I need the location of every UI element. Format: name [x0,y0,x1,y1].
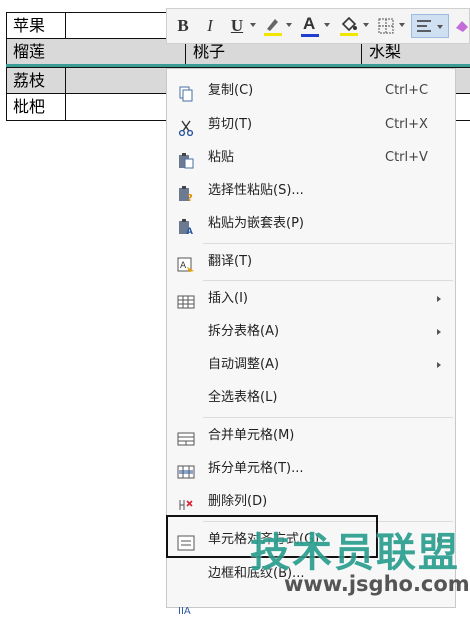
merge-cells-icon [177,428,195,446]
font-color-label: A [303,14,316,33]
split-cells-icon [177,461,195,479]
menu-item-delete-column[interactable]: 删除列(D) [167,486,455,518]
menu-item-split-cells[interactable]: 拆分单元格(T)... [167,453,455,485]
chevron-down-icon[interactable] [250,23,256,27]
copy-icon [177,83,195,102]
shortcut-label: Ctrl+V [385,150,428,165]
table-insert-icon [177,291,195,309]
eraser-icon[interactable] [453,15,469,37]
table-cell[interactable]: 荔枝 [7,68,45,94]
shortcut-label: Ctrl+X [385,117,428,132]
chevron-down-icon[interactable] [286,23,292,27]
highlight-icon[interactable] [263,15,283,37]
svg-text:A: A [180,261,187,271]
svg-text:IIA: IIA [178,606,191,617]
submenu-arrow-icon [437,296,441,302]
menu-item-paste-nested-table[interactable]: A 粘贴为嵌套表(P) [167,208,455,240]
menu-item-copy[interactable]: 复制(C) Ctrl+C [167,75,455,107]
menu-item-label: 插入(I) [208,291,248,306]
menu-item-label: 粘贴 [208,150,235,165]
border-icon[interactable] [377,15,395,37]
submenu-arrow-icon [437,362,441,368]
bold-button[interactable]: B [175,15,191,37]
menu-item-translate[interactable]: A 翻译(T) [167,246,455,278]
delete-column-icon [177,494,195,510]
menu-separator [203,280,453,281]
shortcut-label: Ctrl+C [385,83,429,98]
menu-item-paste-special[interactable]: ? 选择性粘贴(S)... [167,175,455,207]
paste-special-icon: ? [177,183,195,204]
menu-item-label: 粘贴为嵌套表(P) [208,216,304,231]
watermark-title: 技术员联盟 [250,530,460,576]
font-color-button[interactable]: A [301,14,319,37]
submenu-arrow-icon [437,329,441,335]
cell-border [65,68,66,94]
italic-button[interactable]: I [203,15,217,37]
menu-item-label: 拆分单元格(T)... [208,461,304,476]
menu-item-label: 全选表格(L) [208,390,278,405]
menu-item-label: 自动调整(A) [208,357,280,372]
watermark: 技术员联盟 www.jsgho.com [250,520,470,600]
menu-item-insert[interactable]: 插入(I) [167,283,455,315]
chevron-down-icon[interactable] [324,23,330,27]
chevron-down-icon[interactable] [399,23,405,27]
underline-button[interactable]: U [229,15,245,37]
menu-item-autofit[interactable]: 自动调整(A) [167,349,455,381]
cell-border [65,94,66,120]
menu-item-paste[interactable]: 粘贴 Ctrl+V [167,142,455,174]
table-cell[interactable]: 枇杷 [7,94,45,120]
menu-item-label: 翻译(T) [208,254,253,269]
table-cell[interactable]: 榴莲 [7,39,45,65]
menu-item-split-table[interactable]: 拆分表格(A) [167,316,455,348]
menu-item-label: 合并单元格(M) [208,428,295,443]
menu-item-merge-cells[interactable]: 合并单元格(M) [167,420,455,452]
mini-toolbar: B I U A [166,8,470,44]
scissors-icon [177,117,195,137]
fill-color-icon[interactable] [339,15,359,37]
text-direction-icon: IIA [177,599,195,617]
paste-nested-table-icon: A [177,216,195,237]
menu-item-label: 选择性粘贴(S)... [208,183,304,198]
menu-item-cut[interactable]: 剪切(T) Ctrl+X [167,109,455,141]
menu-separator [203,417,453,418]
watermark-url: www.jsgho.com [284,572,470,596]
font-color-swatch [301,34,319,37]
svg-text:?: ? [187,193,193,202]
translate-icon: A [177,254,195,272]
menu-item-label: 复制(C) [208,83,254,98]
chevron-down-icon[interactable] [363,23,369,27]
menu-separator [203,243,453,244]
menu-item-label: 拆分表格(A) [208,324,280,339]
menu-item-label: 删除列(D) [208,494,268,509]
menu-item-select-table[interactable]: 全选表格(L) [167,382,455,414]
cell-border [65,13,66,39]
table-cell[interactable]: 苹果 [7,13,45,39]
align-icon[interactable] [411,14,449,38]
paste-icon [177,150,195,169]
svg-text:A: A [186,227,193,235]
menu-item-label: 剪切(T) [208,117,253,132]
